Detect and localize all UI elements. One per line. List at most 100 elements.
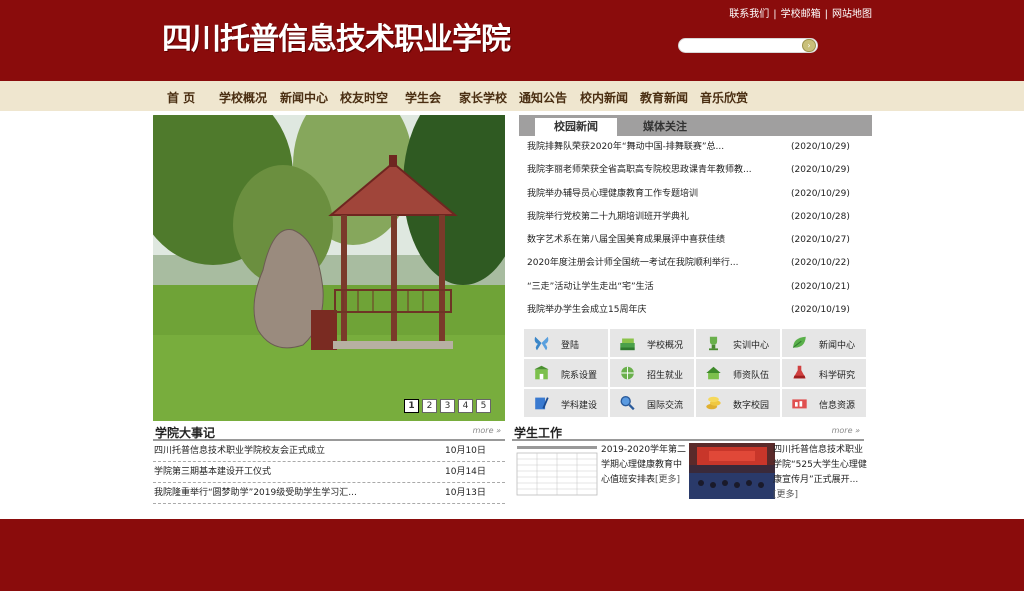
search-input[interactable] (687, 40, 797, 52)
news-title[interactable]: 我院李丽老师荣获全省高职高专院校思政课青年教师教... (527, 159, 777, 182)
more-label: more (472, 426, 494, 435)
tab-media[interactable]: 媒体关注 (625, 118, 705, 136)
news-date: (2020/10/29) (791, 165, 850, 176)
more-link[interactable]: [更多] (773, 490, 798, 500)
slideshow[interactable]: 12345 (153, 115, 505, 421)
news-date: (2020/10/28) (791, 211, 850, 222)
house-icon (706, 366, 721, 380)
news-date: (2020/10/29) (791, 142, 850, 152)
list-item[interactable]: 2020年度注册会计师全国统一考试在我院顺利举行... (2020/10/22) (519, 252, 872, 275)
site-title[interactable]: 四川托普信息技术职业学院 (162, 20, 511, 60)
nav-parents[interactable]: 家长学校 (459, 89, 507, 106)
nav-home[interactable]: 首 页 (167, 89, 195, 106)
list-item[interactable]: 我院举办学生会成立15周年庆 (2020/10/19) (519, 299, 872, 322)
quick-link-label: 学科建设 (561, 401, 598, 411)
double-chevron-icon: » (855, 426, 860, 435)
content: 12345 校园新闻 媒体关注 我院排舞队荣获2020年“舞动中国-排舞联赛”总… (0, 111, 1024, 519)
quick-link-label: 学校概况 (647, 341, 684, 351)
assembly-thumbnail[interactable] (689, 443, 775, 499)
sitemap-link[interactable]: 网站地图 (832, 5, 872, 20)
nav-campus-news[interactable]: 校内新闻 (580, 89, 628, 106)
search-icon: › (807, 41, 811, 50)
event-date: 10月13日 (445, 488, 486, 498)
nav-notices[interactable]: 通知公告 (519, 89, 567, 106)
quick-link-label: 登陆 (561, 341, 580, 351)
list-item[interactable]: 我院李丽老师荣获全省高职高专院校思政课青年教师教... (2020/10/29) (519, 159, 872, 182)
magnifier-icon (620, 396, 635, 411)
more-label: more (831, 426, 853, 435)
search-button[interactable]: › (802, 39, 816, 52)
quick-link-label: 信息资源 (819, 401, 856, 411)
quick-link-label: 师资队伍 (733, 371, 770, 381)
list-item[interactable]: “三走”活动让学生走出“宅”生活 (2020/10/21) (519, 276, 872, 299)
schedule-table-image (514, 443, 600, 499)
contact-link[interactable]: 联系我们 (729, 5, 769, 20)
more-link[interactable]: [更多] (655, 475, 680, 485)
news-title[interactable]: 数字艺术系在第八届全国美育成果展评中喜获佳绩 (527, 229, 777, 252)
news-title[interactable]: 2020年度注册会计师全国统一考试在我院顺利举行... (527, 252, 777, 275)
nav-news[interactable]: 新闻中心 (280, 89, 328, 106)
quick-links-grid: 登陆 学校概况 实训中心 新闻中心 院系设置 招生就业 师资队伍 科学研究 学科… (524, 329, 868, 419)
nav-music[interactable]: 音乐欣赏 (700, 89, 748, 106)
list-item[interactable]: 我院举办辅导员心理健康教育工作专题培训 (2020/10/29) (519, 183, 872, 206)
event-title[interactable]: 四川托普信息技术职业学院校友会正式成立 (154, 441, 374, 462)
quick-link-label: 数字校园 (733, 401, 770, 411)
chart-icon (792, 399, 807, 409)
quick-link-digital-campus[interactable]: 数字校园 (696, 389, 781, 418)
quick-link-international[interactable]: 国际交流 (610, 389, 695, 418)
slide-page-2[interactable]: 2 (422, 399, 437, 413)
quick-link-disciplines[interactable]: 学科建设 (524, 389, 609, 418)
events-more-link[interactable]: more » (473, 426, 501, 435)
news-date: (2020/10/19) (791, 305, 850, 316)
quick-link-about[interactable]: 学校概况 (610, 329, 695, 358)
quick-link-training[interactable]: 实训中心 (696, 329, 781, 358)
quick-link-login[interactable]: 登陆 (524, 329, 609, 358)
events-title: 学院大事记 (155, 426, 216, 440)
coins-icon (706, 396, 721, 410)
flask-icon (793, 365, 806, 379)
list-item[interactable]: 我院排舞队荣获2020年“舞动中国-排舞联赛”总... (2020/10/29) (519, 136, 872, 159)
slide-page-4[interactable]: 4 (458, 399, 473, 413)
slide-page-5[interactable]: 5 (476, 399, 491, 413)
event-title[interactable]: 学院第三期基本建设开工仪式 (154, 462, 374, 483)
student-work-text[interactable]: 四川托普信息技术职业学院“525大学生心理健康宣传月”正式展开... (773, 445, 867, 485)
list-item[interactable]: 学院第三期基本建设开工仪式 10月14日 (153, 462, 505, 483)
nav-about[interactable]: 学校概况 (219, 89, 267, 106)
quick-link-label: 院系设置 (561, 371, 598, 381)
list-item[interactable]: 我院隆重举行“圆梦助学”2019级受助学生学习汇... 10月13日 (153, 483, 505, 504)
quick-link-research[interactable]: 科学研究 (782, 359, 867, 388)
quick-link-label: 科学研究 (819, 371, 856, 381)
nav-alumni[interactable]: 校友时空 (340, 89, 388, 106)
event-title[interactable]: 我院隆重举行“圆梦助学”2019级受助学生学习汇... (154, 483, 374, 504)
nav-student-union[interactable]: 学生会 (405, 89, 441, 106)
quick-link-news[interactable]: 新闻中心 (782, 329, 867, 358)
quick-link-faculty[interactable]: 师资队伍 (696, 359, 781, 388)
main-nav: 首 页 学校概况 新闻中心 校友时空 学生会 家长学校 通知公告 校内新闻 教育… (0, 81, 1024, 111)
schedule-thumbnail[interactable] (514, 443, 600, 499)
tab-campus-news[interactable]: 校园新闻 (535, 118, 617, 136)
list-item[interactable]: 我院举行党校第二十九期培训班开学典礼 (2020/10/28) (519, 206, 872, 229)
list-item[interactable]: 四川托普信息技术职业学院校友会正式成立 10月10日 (153, 441, 505, 462)
quick-link-resources[interactable]: 信息资源 (782, 389, 867, 418)
student-work-item[interactable]: 四川托普信息技术职业学院“525大学生心理健康宣传月”正式展开... [更多] (773, 443, 867, 503)
news-title[interactable]: 我院排舞队荣获2020年“舞动中国-排舞联赛”总... (527, 136, 777, 159)
slide-page-1[interactable]: 1 (404, 399, 419, 413)
news-title[interactable]: 我院举办学生会成立15周年庆 (527, 299, 777, 322)
slide-page-3[interactable]: 3 (440, 399, 455, 413)
student-work-header: 学生工作 more » (512, 422, 864, 441)
quick-link-departments[interactable]: 院系设置 (524, 359, 609, 388)
news-title[interactable]: 我院举办辅导员心理健康教育工作专题培训 (527, 183, 777, 206)
top-links: 联系我们 | 学校邮箱 | 网站地图 (729, 5, 872, 20)
news-title[interactable]: 我院举行党校第二十九期培训班开学典礼 (527, 206, 777, 229)
nav-edu-news[interactable]: 教育新闻 (640, 89, 688, 106)
quick-link-admission[interactable]: 招生就业 (610, 359, 695, 388)
globe-icon (621, 366, 634, 380)
list-item[interactable]: 数字艺术系在第八届全国美育成果展评中喜获佳绩 (2020/10/27) (519, 229, 872, 252)
student-work-item[interactable]: 2019-2020学年第二学期心理健康教育中心值班安排表[更多] (601, 443, 687, 488)
separator: | (773, 9, 777, 20)
news-date: (2020/10/27) (791, 235, 850, 246)
school-mail-link[interactable]: 学校邮箱 (781, 5, 821, 20)
student-work-more-link[interactable]: more » (832, 426, 860, 435)
news-date: (2020/10/21) (791, 281, 850, 292)
news-title[interactable]: “三走”活动让学生走出“宅”生活 (527, 276, 777, 299)
